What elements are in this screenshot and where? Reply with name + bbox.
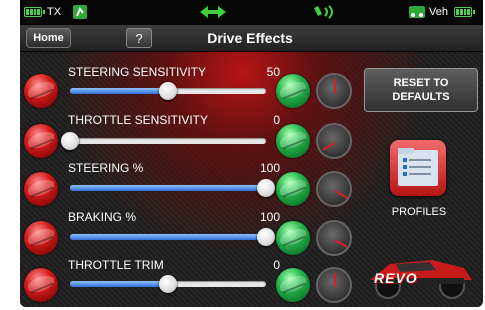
title-bar: Home ? Drive Effects xyxy=(20,25,483,52)
reset-label-line-1: RESET TO xyxy=(393,77,449,89)
setting-label: STEERING SENSITIVITY xyxy=(68,65,207,79)
help-button[interactable]: ? xyxy=(126,28,152,48)
setting-value: 50 xyxy=(266,65,280,79)
setting-row-throttle-sensitivity: THROTTLE SENSITIVITY 0 xyxy=(20,102,372,159)
slider-track[interactable] xyxy=(70,185,266,191)
increase-button[interactable] xyxy=(276,172,310,206)
profiles-icon[interactable] xyxy=(390,140,446,196)
settings-panel: STEERING SENSITIVITY 50 THROTTLE SENSITI… xyxy=(20,52,483,307)
vehicle-logo: REVO xyxy=(374,270,418,286)
gauge-dial-icon xyxy=(316,267,352,303)
gauge-dial-icon xyxy=(316,220,352,256)
setting-row-throttle-trim: THROTTLE TRIM 0 xyxy=(20,252,372,303)
decrease-button[interactable] xyxy=(24,268,58,302)
slider-thumb[interactable] xyxy=(61,132,79,150)
slider-thumb[interactable] xyxy=(257,179,275,197)
setting-label: BRAKING % xyxy=(68,210,137,224)
veh-label: Veh xyxy=(429,6,448,18)
link-arrows-icon xyxy=(198,5,228,22)
signal-icon xyxy=(312,4,338,23)
setting-value: 100 xyxy=(259,161,280,175)
increase-button[interactable] xyxy=(276,268,310,302)
slider-track[interactable] xyxy=(70,234,266,240)
setting-label: THROTTLE SENSITIVITY xyxy=(68,113,209,127)
transmitter-icon xyxy=(72,4,88,23)
vehicle-icon xyxy=(408,4,426,23)
setting-label: THROTTLE TRIM xyxy=(68,258,164,272)
slider-track[interactable] xyxy=(70,138,266,144)
reset-to-defaults-button[interactable]: RESET TO DEFAULTS xyxy=(364,68,478,112)
setting-value: 100 xyxy=(259,210,280,224)
page-title: Drive Effects xyxy=(207,30,293,46)
gauge-needle xyxy=(334,273,336,287)
setting-label: STEERING % xyxy=(68,161,144,175)
slider-fill xyxy=(70,185,266,191)
decrease-button[interactable] xyxy=(24,221,58,255)
decrease-button[interactable] xyxy=(24,172,58,206)
slider-thumb[interactable] xyxy=(257,228,275,246)
slider-thumb[interactable] xyxy=(159,82,177,100)
slider-fill xyxy=(70,234,266,240)
gauge-needle xyxy=(334,239,348,248)
setting-row-steering-sensitivity: STEERING SENSITIVITY 50 xyxy=(20,52,372,109)
slider-thumb[interactable] xyxy=(159,275,177,293)
setting-value: 0 xyxy=(273,113,280,127)
increase-button[interactable] xyxy=(276,221,310,255)
status-bar: TX Veh xyxy=(20,0,483,25)
home-button[interactable]: Home xyxy=(26,28,71,48)
gauge-needle xyxy=(322,142,336,151)
setting-row-braking-percent: BRAKING % 100 xyxy=(20,202,372,256)
gauge-needle xyxy=(334,79,336,93)
gauge-needle xyxy=(334,190,348,199)
slider-fill xyxy=(70,281,168,287)
reset-label-line-2: DEFAULTS xyxy=(392,91,450,103)
slider-fill xyxy=(70,88,168,94)
setting-value: 0 xyxy=(273,258,280,272)
tx-label: TX xyxy=(47,6,62,18)
app-screen: TX Veh Home ? Drive Effects STEERING SEN… xyxy=(20,0,483,307)
tx-battery-icon xyxy=(24,7,45,17)
profiles-label[interactable]: PROFILES xyxy=(375,206,463,218)
veh-battery-icon xyxy=(454,7,475,17)
setting-row-steering-percent: STEERING % 100 xyxy=(20,152,372,207)
